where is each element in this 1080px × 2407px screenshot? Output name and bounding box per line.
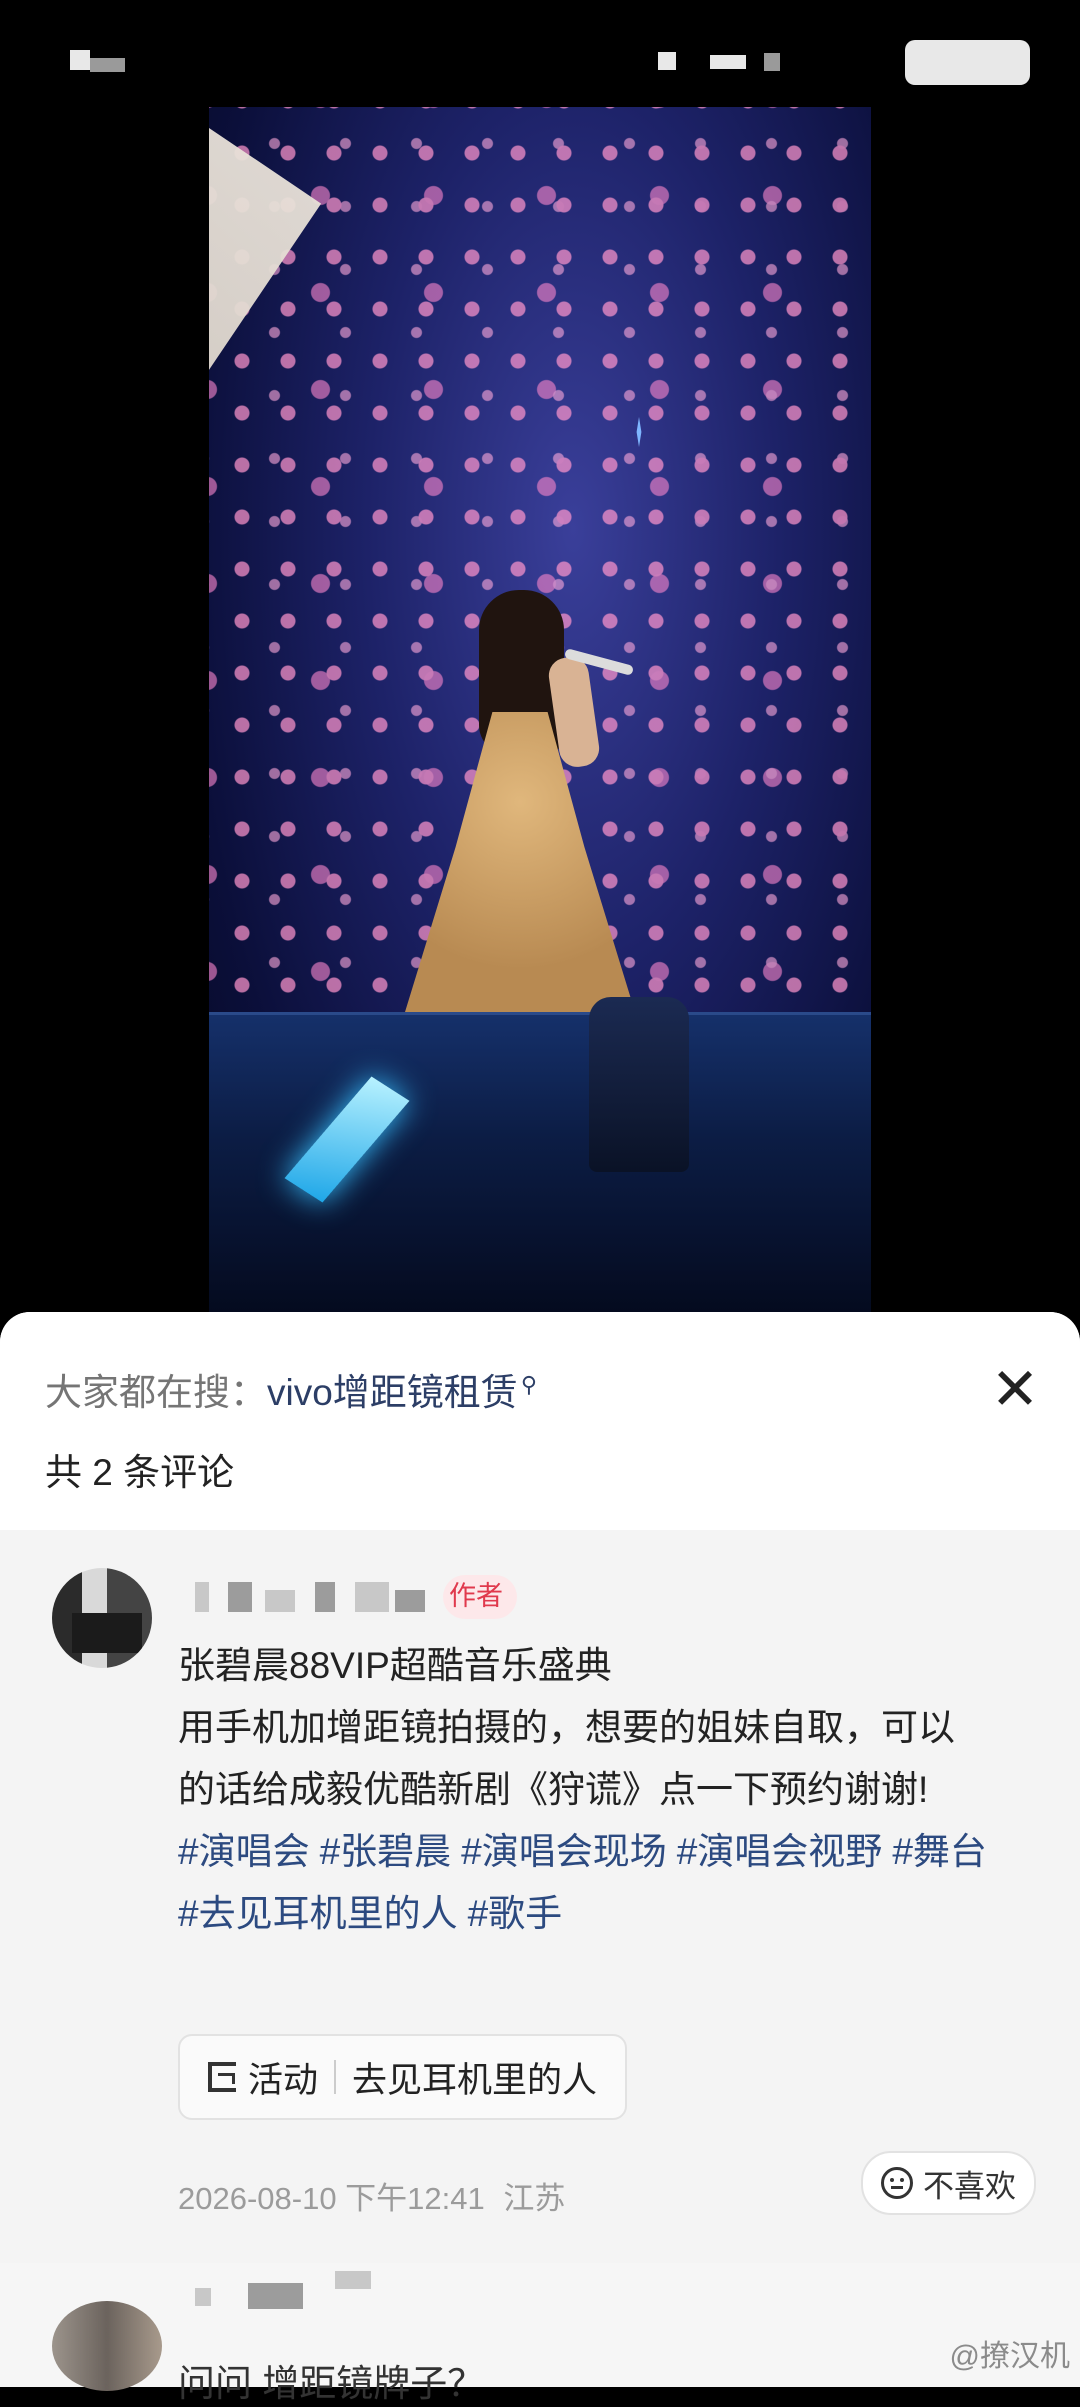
hashtag-link[interactable]: #去见耳机里的人 bbox=[178, 1893, 458, 1934]
trending-search-term[interactable]: vivo增距镜租赁 bbox=[267, 1372, 518, 1413]
hashtag-link[interactable]: #演唱会 bbox=[178, 1831, 310, 1872]
activity-chip[interactable]: 活动 去见耳机里的人 bbox=[178, 2034, 628, 2120]
username-pixel bbox=[355, 1582, 389, 1612]
activity-name: 去见耳机里的人 bbox=[352, 2060, 598, 2100]
dislike-button[interactable]: 不喜欢 bbox=[861, 2151, 1036, 2215]
comment-text: 张碧晨88VIP超酷音乐盛典 用手机加增距镜拍摄的，想要的姐妹自取，可以 的话给… bbox=[178, 1635, 1048, 1945]
comment-line: 的话给成毅优酷新剧《狩谎》点一下预约谢谢! bbox=[178, 1769, 929, 1810]
status-bar bbox=[0, 0, 1080, 110]
list-item[interactable]: 作者 张碧晨88VIP超酷音乐盛典 用手机加增距镜拍摄的，想要的姐妹自取，可以 … bbox=[0, 1530, 1080, 2245]
author-badge: 作者 bbox=[443, 1575, 517, 1619]
activity-label: 活动 bbox=[248, 2060, 319, 2100]
comment-meta: 2026-08-10 下午12:41 江苏 bbox=[178, 2173, 565, 2218]
close-icon: ✕ bbox=[990, 1355, 1040, 1423]
status-pixel bbox=[905, 40, 1030, 85]
divider bbox=[0, 2245, 1080, 2263]
close-button[interactable]: ✕ bbox=[980, 1354, 1050, 1424]
hashtag-link[interactable]: #舞台 bbox=[892, 1831, 987, 1872]
hashtag-link[interactable]: #张碧晨 bbox=[320, 1831, 452, 1872]
trending-search[interactable]: 大家都在搜：vivo增距镜租赁 ⚲ bbox=[45, 1362, 537, 1416]
hashtag-row: #去见耳机里的人 #歌手 bbox=[178, 1883, 1048, 1945]
status-pixel bbox=[658, 52, 676, 70]
dislike-label: 不喜欢 bbox=[923, 2168, 1016, 2204]
list-item[interactable]: 问问 增距镜牌子？ bbox=[0, 2263, 1080, 2404]
watermark: @撩汉机 bbox=[949, 2340, 1070, 2373]
hashtag-link[interactable]: #演唱会现场 bbox=[461, 1831, 667, 1872]
username-pixel bbox=[195, 2288, 211, 2306]
comment-list: 作者 张碧晨88VIP超酷音乐盛典 用手机加增距镜拍摄的，想要的姐妹自取，可以 … bbox=[0, 1530, 1080, 2404]
username-pixel bbox=[395, 1590, 425, 1612]
location: 江苏 bbox=[503, 2181, 566, 2216]
avatar[interactable] bbox=[52, 2301, 162, 2391]
neutral-face-icon bbox=[881, 2167, 913, 2199]
magnifier-icon: ⚲ bbox=[520, 1371, 537, 1397]
username-pixel bbox=[195, 1582, 209, 1612]
trending-search-prefix: 大家都在搜： bbox=[45, 1372, 267, 1413]
status-pixel bbox=[70, 50, 90, 70]
username-pixel bbox=[315, 1582, 335, 1612]
comment-count: 共 2 条评论 bbox=[45, 1452, 235, 1493]
stage-speaker bbox=[589, 997, 689, 1172]
comment-preview: 问问 增距镜牌子？ bbox=[178, 2363, 485, 2404]
hashtag-link[interactable]: #演唱会视野 bbox=[677, 1831, 883, 1872]
hashtag-link[interactable]: #歌手 bbox=[468, 1893, 563, 1934]
comment-line: 张碧晨88VIP超酷音乐盛典 bbox=[178, 1645, 612, 1686]
comment-line: 用手机加增距镜拍摄的，想要的姐妹自取，可以 bbox=[178, 1707, 955, 1748]
video-player[interactable] bbox=[209, 107, 871, 1312]
username-pixel bbox=[265, 1590, 295, 1612]
status-pixel bbox=[764, 53, 780, 71]
hashtag-row: #演唱会 #张碧晨 #演唱会现场 #演唱会视野 #舞台 bbox=[178, 1821, 1048, 1883]
activity-icon bbox=[208, 2062, 236, 2092]
avatar[interactable] bbox=[52, 1568, 152, 1668]
comment-sheet: 大家都在搜：vivo增距镜租赁 ⚲ ✕ 共 2 条评论 作者 张碧晨88VIP超酷… bbox=[0, 1312, 1080, 2404]
activity-divider bbox=[334, 2060, 337, 2094]
sheet-header: 大家都在搜：vivo增距镜租赁 ⚲ ✕ 共 2 条评论 bbox=[0, 1312, 1080, 1530]
status-pixel bbox=[90, 58, 125, 72]
username-pixel bbox=[228, 1582, 252, 1612]
timestamp: 2026-08-10 下午12:41 bbox=[178, 2181, 485, 2216]
status-pixel bbox=[710, 55, 746, 69]
username-pixel bbox=[248, 2283, 303, 2309]
username-pixel bbox=[335, 2271, 371, 2289]
